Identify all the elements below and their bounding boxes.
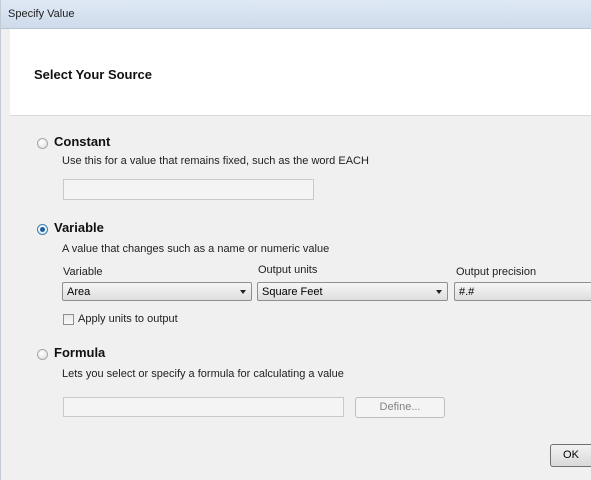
header-title: Select Your Source bbox=[34, 67, 153, 82]
variable-select-value: Area bbox=[67, 286, 91, 298]
output-units-label: Output units bbox=[258, 264, 318, 276]
specify-value-dialog: Specify Value Select Your Source Constan… bbox=[0, 0, 591, 480]
constant-label[interactable]: Constant bbox=[54, 134, 110, 149]
variable-field-label: Variable bbox=[63, 266, 103, 278]
chevron-down-icon bbox=[436, 290, 442, 294]
constant-value-input[interactable] bbox=[63, 179, 314, 200]
output-precision-input[interactable]: #.# bbox=[454, 282, 591, 301]
output-precision-value: #.# bbox=[459, 286, 475, 298]
header-panel: Select Your Source bbox=[10, 29, 591, 116]
chevron-down-icon bbox=[240, 290, 246, 294]
output-units-select[interactable]: Square Feet bbox=[257, 282, 448, 301]
variable-select[interactable]: Area bbox=[62, 282, 252, 301]
formula-description: Lets you select or specify a formula for… bbox=[62, 368, 344, 380]
formula-label[interactable]: Formula bbox=[54, 345, 105, 360]
formula-radio[interactable] bbox=[37, 349, 48, 360]
apply-units-checkbox[interactable] bbox=[63, 314, 74, 325]
constant-description: Use this for a value that remains fixed,… bbox=[62, 155, 369, 167]
variable-radio[interactable] bbox=[37, 224, 48, 235]
formula-value-input[interactable] bbox=[63, 397, 344, 417]
output-units-value: Square Feet bbox=[262, 286, 323, 298]
ok-button[interactable]: OK bbox=[550, 444, 591, 467]
window-title: Specify Value bbox=[8, 8, 75, 20]
output-precision-label: Output precision bbox=[456, 266, 537, 278]
apply-units-label[interactable]: Apply units to output bbox=[78, 313, 178, 325]
source-options: Constant Use this for a value that remai… bbox=[10, 116, 591, 480]
constant-radio[interactable] bbox=[37, 138, 48, 149]
define-button[interactable]: Define... bbox=[355, 397, 445, 418]
variable-label[interactable]: Variable bbox=[54, 220, 104, 235]
title-bar: Specify Value bbox=[1, 0, 591, 29]
variable-description: A value that changes such as a name or n… bbox=[62, 243, 330, 255]
